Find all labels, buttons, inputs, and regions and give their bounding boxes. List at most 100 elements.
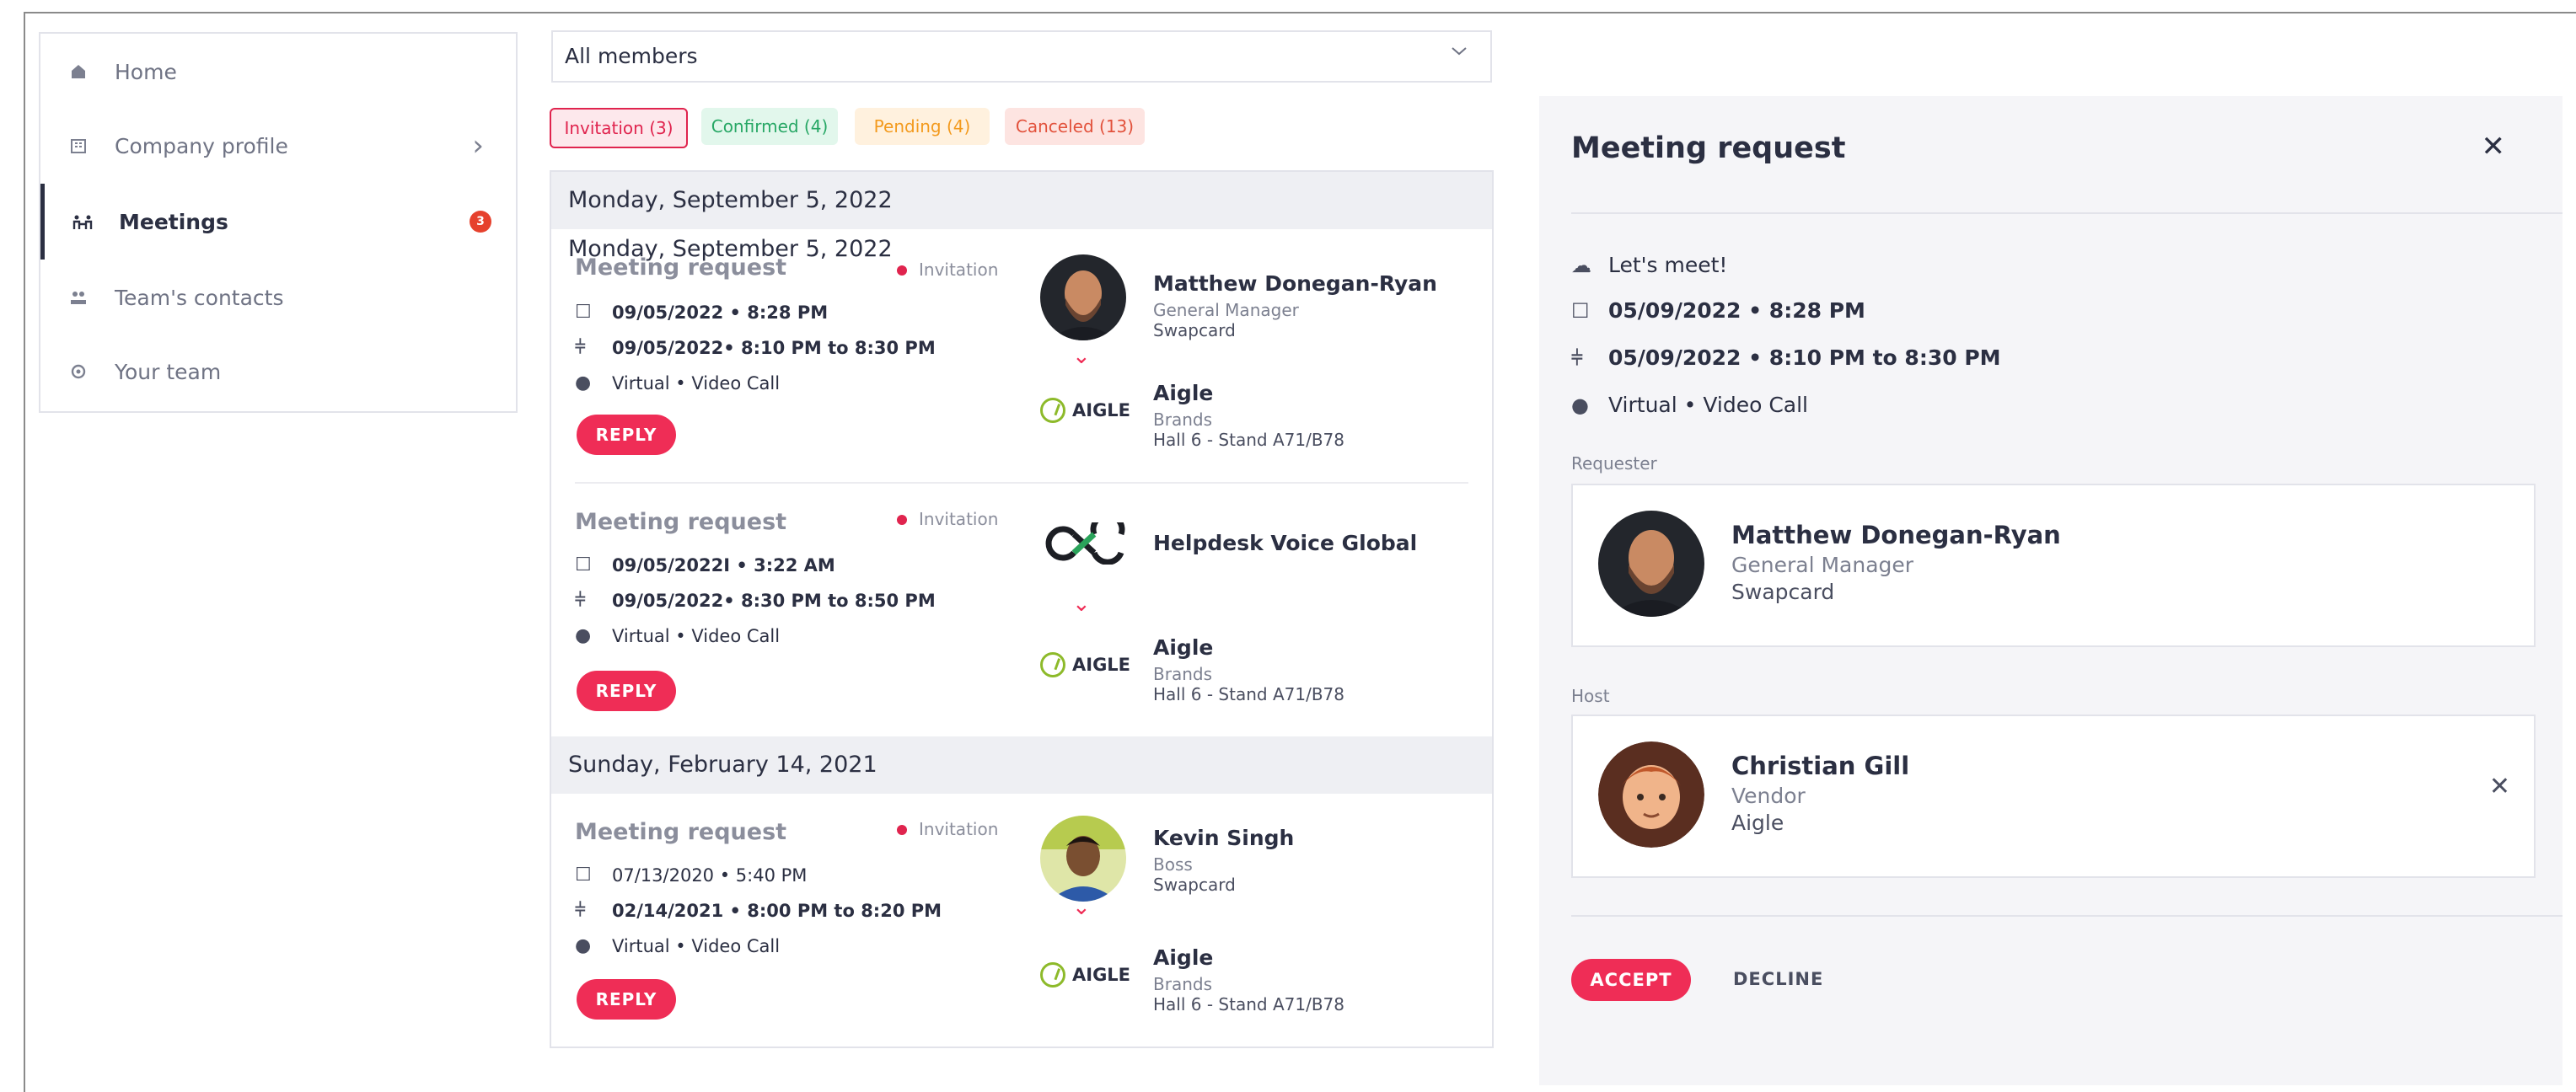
meetings-icon: ⫩ xyxy=(1571,345,1583,370)
requester-company: Swapcard xyxy=(1731,580,1835,604)
helpdesk-logo xyxy=(1040,511,1128,565)
host-card[interactable]: Christian Gill Vendor Aigle ✕ xyxy=(1571,715,2536,878)
aigle-logo: AIGLE xyxy=(1040,652,1130,677)
person-name[interactable]: Matthew Donegan-Ryan xyxy=(1153,271,1437,296)
avatar[interactable] xyxy=(1040,816,1126,902)
members-filter-select[interactable]: All members xyxy=(551,30,1492,83)
sidebar-item-label: Company profile xyxy=(115,133,288,158)
day-header-label: Sunday, February 14, 2021 xyxy=(568,752,877,778)
status-dot xyxy=(897,265,907,276)
select-value: All members xyxy=(565,44,698,68)
tab-pending[interactable]: Pending (4) xyxy=(855,108,990,145)
slot-time: 05/09/2022 • 8:10 PM to 8:30 PM xyxy=(1608,345,2001,370)
slot-row: ⫩ 02/14/2021 • 8:00 PM to 8:20 PM xyxy=(575,900,942,921)
status-text: Invitation xyxy=(919,509,999,529)
chevron-down-icon xyxy=(1448,39,1470,68)
logo-text: AIGLE xyxy=(1072,655,1131,675)
panel-title: Meeting request xyxy=(1571,131,1846,165)
aigle-logo: AIGLE xyxy=(1040,398,1130,423)
meetings-icon xyxy=(70,209,95,234)
accept-button[interactable]: ACCEPT xyxy=(1571,959,1691,1001)
person-role: Boss xyxy=(1153,854,1193,875)
divider xyxy=(1571,212,2563,214)
tab-invitation[interactable]: Invitation (3) xyxy=(550,108,688,148)
created-time: 09/05/2022 • 8:28 PM xyxy=(612,302,829,323)
divider xyxy=(1571,915,2563,917)
slot-time: 02/14/2021 • 8:00 PM to 8:20 PM xyxy=(612,900,942,921)
logo-text: AIGLE xyxy=(1072,400,1131,420)
sidebar-item-home[interactable]: Home xyxy=(40,34,516,110)
chevron-down-icon[interactable]: ⌄ xyxy=(1072,592,1091,617)
reply-button[interactable]: REPLY xyxy=(577,415,676,455)
person-company: Swapcard xyxy=(1153,320,1236,340)
status-dot xyxy=(897,825,907,835)
logo-text: AIGLE xyxy=(1072,965,1131,985)
sidebar-item-your-team[interactable]: Your team xyxy=(40,334,516,410)
building-icon xyxy=(66,133,91,158)
location-text: Virtual • Video Call xyxy=(612,935,781,956)
location-row: ● Virtual • Video Call xyxy=(1571,393,1808,417)
message-text: Let's meet! xyxy=(1608,253,1728,277)
location-pin-icon: ● xyxy=(575,625,592,646)
slot-time: 09/05/2022• 8:30 PM to 8:50 PM xyxy=(612,590,936,611)
created-row: ☐ 07/13/2020 • 5:40 PM xyxy=(575,864,807,886)
decline-button[interactable]: DECLINE xyxy=(1733,969,1823,989)
status-badge: Invitation xyxy=(897,509,998,529)
tab-canceled[interactable]: Canceled (13) xyxy=(1005,108,1145,145)
meetings-list[interactable]: Monday, September 5, 2022 Monday, Septem… xyxy=(550,170,1494,1048)
slot-row: ⫩ 09/05/2022• 8:30 PM to 8:50 PM xyxy=(575,590,936,611)
contacts-icon xyxy=(66,285,91,310)
chat-icon: ☁ xyxy=(1571,253,1591,277)
created-time: 09/05/2022I • 3:22 AM xyxy=(612,554,835,575)
sidebar-item-meetings[interactable]: Meetings 3 xyxy=(40,184,520,260)
location-row: ● Virtual • Video Call xyxy=(575,935,780,956)
slot-time: 09/05/2022• 8:10 PM to 8:30 PM xyxy=(612,337,936,358)
calendar-edit-icon: ☐ xyxy=(575,864,592,886)
requester-card[interactable]: Matthew Donegan-Ryan General Manager Swa… xyxy=(1571,484,2536,647)
meeting-card[interactable]: Meeting request Invitation ☐ 09/05/2022I … xyxy=(551,484,1492,736)
org-name[interactable]: Aigle xyxy=(1153,945,1213,970)
org-name[interactable]: Aigle xyxy=(1153,635,1213,660)
avatar[interactable] xyxy=(1040,254,1126,340)
created-time: 07/13/2020 • 5:40 PM xyxy=(612,864,808,886)
created-row: ☐ 09/05/2022 • 8:28 PM xyxy=(575,302,828,323)
status-badge: Invitation xyxy=(897,819,998,839)
meeting-request-panel: Meeting request ✕ ☁ Let's meet! ☐ 05/09/20… xyxy=(1539,96,2563,1085)
sidebar-item-company-profile[interactable]: Company profile › xyxy=(40,108,516,184)
org-hall: Hall 6 - Stand A71/B78 xyxy=(1153,684,1344,704)
created-time: 05/09/2022 • 8:28 PM xyxy=(1608,298,1865,323)
meeting-card[interactable]: Meeting request Invitation ☐ 07/13/2020 •… xyxy=(551,794,1492,1046)
calendar-edit-icon: ☐ xyxy=(575,554,592,575)
status-text: Invitation xyxy=(919,819,999,839)
sidebar-item-label: Home xyxy=(115,59,177,84)
created-row: ☐ 05/09/2022 • 8:28 PM xyxy=(1571,298,1865,323)
status-badge: Invitation xyxy=(897,260,998,280)
meetings-icon: ⫩ xyxy=(575,900,586,921)
created-row: ☐ 09/05/2022I • 3:22 AM xyxy=(575,554,835,575)
sidebar-item-teams-contacts[interactable]: Team's contacts xyxy=(40,260,516,335)
person-name[interactable]: Kevin Singh xyxy=(1153,826,1294,850)
reply-button[interactable]: REPLY xyxy=(577,671,676,711)
tab-confirmed[interactable]: Confirmed (4) xyxy=(701,108,838,145)
remove-host-icon[interactable]: ✕ xyxy=(2489,772,2510,801)
aigle-logo: AIGLE xyxy=(1040,962,1130,988)
org-name[interactable]: Aigle xyxy=(1153,381,1213,405)
location-text: Virtual • Video Call xyxy=(1608,393,1808,417)
meetings-icon: ⫩ xyxy=(575,590,586,611)
sidebar: Home Company profile › Meetings 3 Team's… xyxy=(39,32,518,413)
chevron-down-icon[interactable]: ⌄ xyxy=(1072,344,1091,369)
meeting-title: Meeting request xyxy=(575,254,787,281)
calendar-edit-icon: ☐ xyxy=(575,302,592,323)
chevron-right-icon: › xyxy=(472,129,484,163)
reply-button[interactable]: REPLY xyxy=(577,979,676,1020)
meeting-card[interactable]: Monday, September 5, 2022 Meeting reques… xyxy=(551,229,1492,484)
day-header: Monday, September 5, 2022 xyxy=(551,172,1492,229)
person-name[interactable]: Helpdesk Voice Global xyxy=(1153,531,1417,555)
location-pin-icon: ● xyxy=(575,372,592,393)
close-icon[interactable]: ✕ xyxy=(2482,130,2506,163)
sidebar-item-label: Team's contacts xyxy=(115,285,284,310)
host-label: Host xyxy=(1571,686,1610,706)
status-text: Invitation xyxy=(919,260,999,280)
aigle-mark-icon xyxy=(1040,962,1065,988)
chevron-down-icon[interactable]: ⌄ xyxy=(1072,895,1091,920)
